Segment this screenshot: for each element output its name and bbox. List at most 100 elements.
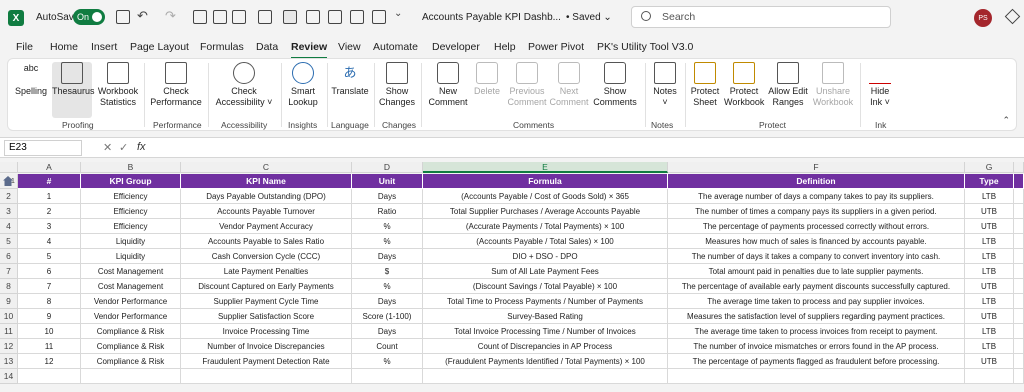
table-cell[interactable]: (Accurate Payments / Total Payments) × 1… — [423, 219, 668, 234]
row-header[interactable]: 13 — [0, 354, 18, 369]
table-cell[interactable]: DIO + DSO - DPO — [423, 249, 668, 264]
table-cell[interactable] — [1014, 234, 1024, 249]
table-cell[interactable]: Total Invoice Processing Time / Number o… — [423, 324, 668, 339]
column-header[interactable]: E — [423, 162, 668, 173]
table-cell[interactable]: (Fraudulent Payments Identified / Total … — [423, 354, 668, 369]
table-cell[interactable]: Cash Conversion Cycle (CCC) — [181, 249, 352, 264]
redo-icon[interactable]: ↷ — [165, 8, 176, 24]
table-cell[interactable]: UTB — [965, 354, 1014, 369]
allow-edit-ranges-button[interactable]: Allow Edit Ranges — [766, 62, 810, 108]
grid-icon[interactable] — [328, 10, 342, 24]
table-cell[interactable]: Ratio — [352, 204, 423, 219]
table-cell[interactable] — [1014, 279, 1024, 294]
thesaurus-button[interactable]: Thesaurus — [52, 62, 95, 118]
table-cell[interactable]: The average time taken to process invoic… — [668, 324, 965, 339]
collapse-ribbon-icon[interactable]: ⌃ — [1002, 115, 1010, 126]
column-header[interactable]: G — [965, 162, 1014, 173]
table-cell[interactable]: % — [352, 354, 423, 369]
search-box[interactable]: Search — [631, 6, 891, 28]
unshare-workbook-button[interactable]: Unshare Workbook — [812, 62, 854, 108]
tab-power-pivot[interactable]: Power Pivot — [528, 41, 584, 53]
protect-sheet-button[interactable]: Protect Sheet — [688, 62, 722, 108]
workbook-statistics-button[interactable]: Workbook Statistics — [96, 62, 140, 108]
saved-status[interactable]: • Saved ⌄ — [566, 12, 612, 23]
table-cell[interactable]: The average time taken to process and pa… — [668, 294, 965, 309]
table-cell[interactable] — [423, 369, 668, 384]
table-cell[interactable]: Measures the satisfaction level of suppl… — [668, 309, 965, 324]
autosave-toggle[interactable]: On — [73, 9, 105, 25]
tab-view[interactable]: View — [338, 41, 361, 53]
table-cell[interactable] — [1014, 249, 1024, 264]
table-cell[interactable]: Discount Captured on Early Payments — [181, 279, 352, 294]
row-header[interactable]: 10 — [0, 309, 18, 324]
tab-automate[interactable]: Automate — [373, 41, 418, 53]
table-cell[interactable] — [181, 369, 352, 384]
table-cell[interactable]: Score (1-100) — [352, 309, 423, 324]
table-cell[interactable]: Accounts Payable to Sales Ratio — [181, 234, 352, 249]
translate-button[interactable]: あ Translate — [331, 62, 369, 97]
table-cell[interactable] — [1014, 339, 1024, 354]
table-cell[interactable]: Sum of All Late Payment Fees — [423, 264, 668, 279]
table-cell[interactable]: Compliance & Risk — [81, 324, 181, 339]
table-cell[interactable]: Supplier Satisfaction Score — [181, 309, 352, 324]
table-cell[interactable] — [1014, 189, 1024, 204]
table-cell[interactable]: LTB — [965, 324, 1014, 339]
table-cell[interactable] — [352, 369, 423, 384]
table-cell[interactable]: 2 — [18, 204, 81, 219]
table-cell[interactable]: (Discount Savings / Total Payable) × 100 — [423, 279, 668, 294]
table-header-cell[interactable]: # — [18, 174, 81, 189]
row-header[interactable]: 5 — [0, 234, 18, 249]
table-cell[interactable]: Efficiency — [81, 204, 181, 219]
filter-icon[interactable] — [232, 10, 246, 24]
tab-page-layout[interactable]: Page Layout — [130, 41, 189, 53]
column-header[interactable]: A — [18, 162, 81, 173]
name-box[interactable]: E23 — [4, 140, 82, 156]
table-cell[interactable]: Number of Invoice Discrepancies — [181, 339, 352, 354]
table-cell[interactable]: 4 — [18, 234, 81, 249]
table-cell[interactable]: 5 — [18, 249, 81, 264]
table-cell[interactable]: Accounts Payable Turnover — [181, 204, 352, 219]
row-header[interactable]: 6 — [0, 249, 18, 264]
table-header-cell[interactable]: KPI Group — [81, 174, 181, 189]
undo-icon[interactable]: ↶ — [137, 8, 148, 24]
previous-comment-button[interactable]: Previous Comment — [504, 62, 550, 108]
table-cell[interactable]: Vendor Payment Accuracy — [181, 219, 352, 234]
table-cell[interactable]: LTB — [965, 189, 1014, 204]
table-cell[interactable] — [18, 369, 81, 384]
function-icon[interactable]: fx — [137, 141, 146, 153]
next-comment-button[interactable]: Next Comment — [548, 62, 590, 108]
table-cell[interactable]: Compliance & Risk — [81, 339, 181, 354]
table-cell[interactable]: (Accounts Payable / Cost of Goods Sold) … — [423, 189, 668, 204]
column-header[interactable]: F — [668, 162, 965, 173]
row-header[interactable]: 1 — [0, 174, 18, 189]
save-icon[interactable] — [116, 10, 130, 24]
format-painter-icon[interactable] — [283, 10, 297, 24]
table-cell[interactable] — [81, 369, 181, 384]
table-cell[interactable]: UTB — [965, 204, 1014, 219]
table-cell[interactable]: Days — [352, 294, 423, 309]
table-cell[interactable]: The number of days it takes a company to… — [668, 249, 965, 264]
row-header[interactable]: 11 — [0, 324, 18, 339]
table-cell[interactable]: (Accounts Payable / Total Sales) × 100 — [423, 234, 668, 249]
enter-icon[interactable]: ✓ — [119, 141, 128, 154]
show-changes-button[interactable]: Show Changes — [378, 62, 416, 108]
sort-icon[interactable] — [213, 10, 227, 24]
table-cell[interactable]: LTB — [965, 294, 1014, 309]
table-header-cell[interactable]: Formula — [423, 174, 668, 189]
table-cell[interactable]: $ — [352, 264, 423, 279]
format-icon[interactable] — [258, 10, 272, 24]
tab-developer[interactable]: Developer — [432, 41, 480, 53]
table-cell[interactable]: Days — [352, 324, 423, 339]
row-header[interactable]: 2 — [0, 189, 18, 204]
table-cell[interactable] — [1014, 219, 1024, 234]
table-cell[interactable]: Cost Management — [81, 264, 181, 279]
table-cell[interactable]: LTB — [965, 249, 1014, 264]
tab-file[interactable]: File — [16, 41, 33, 53]
table-cell[interactable]: 3 — [18, 219, 81, 234]
check-performance-button[interactable]: Check Performance — [150, 62, 202, 108]
table-cell[interactable]: 9 — [18, 309, 81, 324]
table-cell[interactable]: Total Supplier Purchases / Average Accou… — [423, 204, 668, 219]
customize-toolbar-icon[interactable]: ⌄ — [394, 8, 402, 19]
table-cell[interactable]: Supplier Payment Cycle Time — [181, 294, 352, 309]
table-cell[interactable] — [1014, 324, 1024, 339]
